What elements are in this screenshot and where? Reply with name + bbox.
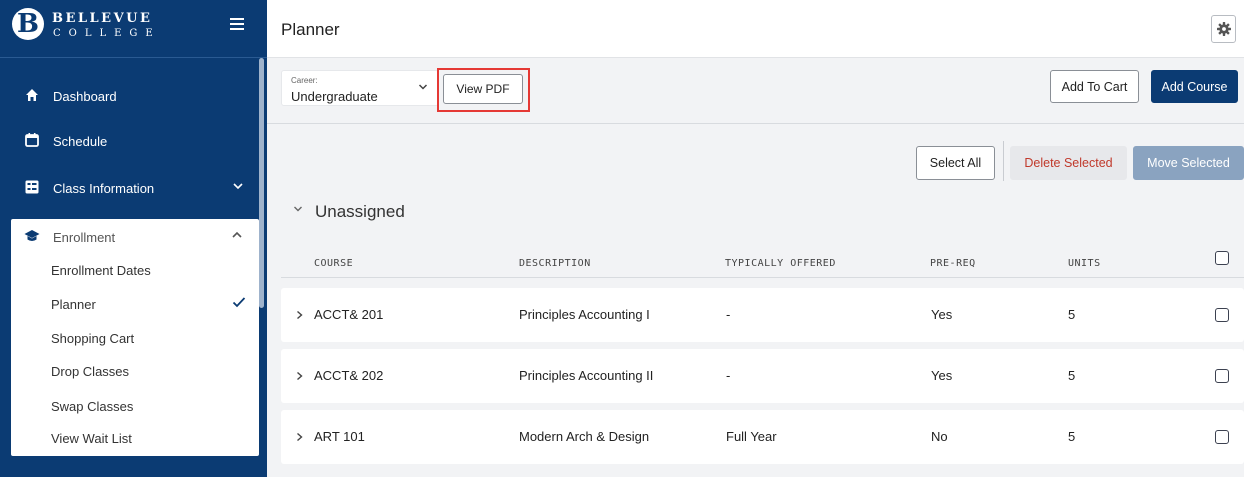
row-checkbox[interactable] — [1215, 369, 1229, 383]
cell-description: Principles Accounting I — [519, 307, 650, 322]
cell-course: ACCT& 201 — [314, 307, 384, 322]
gear-icon — [1217, 22, 1231, 36]
sidebar-item-enrollment[interactable]: Enrollment — [11, 219, 259, 253]
page-header: Planner — [267, 0, 1244, 58]
career-caption: Career: — [291, 76, 318, 85]
table-header-divider — [281, 277, 1244, 278]
cell-units: 5 — [1068, 307, 1076, 322]
cell-course: ART 101 — [314, 429, 365, 444]
column-header-course: COURSE — [314, 258, 354, 269]
chevron-down-icon — [418, 84, 428, 90]
cell-units: 5 — [1068, 429, 1076, 444]
select-all-button[interactable]: Select All — [916, 146, 995, 180]
cell-offered: - — [726, 368, 731, 383]
logo-mark: B — [12, 8, 44, 40]
checkmark-icon — [232, 297, 246, 308]
table-row[interactable]: ACCT& 202 Principles Accounting II - Yes… — [281, 349, 1244, 403]
row-checkbox[interactable] — [1215, 430, 1229, 444]
chevron-down-icon — [294, 206, 302, 212]
sidebar-item-schedule[interactable]: Schedule — [0, 121, 258, 161]
table-row[interactable]: ART 101 Modern Arch & Design Full Year N… — [281, 410, 1244, 464]
cell-prereq: No — [931, 429, 948, 444]
sidebar-item-dashboard[interactable]: Dashboard — [0, 76, 258, 116]
sidebar-subitem-enrollment-dates[interactable]: Enrollment Dates — [51, 263, 151, 278]
cell-units: 5 — [1068, 368, 1076, 383]
cell-offered: - — [726, 307, 731, 322]
column-header-pre-req: PRE-REQ — [930, 258, 976, 269]
career-select[interactable]: Career: Undergraduate — [281, 70, 439, 106]
sidebar-item-label: Enrollment — [53, 230, 116, 245]
home-icon — [26, 89, 38, 101]
career-value: Undergraduate — [291, 89, 378, 104]
graduation-cap-icon — [24, 230, 40, 241]
move-selected-button[interactable]: Move Selected — [1133, 146, 1244, 180]
column-header-units: UNITS — [1068, 258, 1101, 269]
column-header-typically-offered: TYPICALLY OFFERED — [725, 258, 836, 269]
chevron-down-icon — [233, 183, 243, 190]
sidebar-item-class-information[interactable]: Class Information — [0, 168, 258, 208]
brand-logo[interactable]: B BELLEVUE COLLEGE — [0, 0, 267, 58]
cell-description: Principles Accounting II — [519, 368, 654, 383]
list-icon — [25, 180, 39, 194]
planner-toolbar: Career: Undergraduate View PDF Add To Ca… — [267, 59, 1244, 124]
sidebar-item-label: Schedule — [53, 134, 108, 149]
chevron-right-icon[interactable] — [295, 371, 304, 381]
page-title: Planner — [281, 20, 340, 39]
chevron-right-icon[interactable] — [295, 310, 304, 320]
toolbar-divider — [1003, 141, 1004, 181]
row-checkbox[interactable] — [1215, 308, 1229, 322]
main-content: Planner Career: Undergraduate View PDF A… — [267, 0, 1244, 477]
cell-course: ACCT& 202 — [314, 368, 384, 383]
view-pdf-button[interactable]: View PDF — [443, 74, 523, 104]
sidebar-item-label: Dashboard — [53, 89, 117, 104]
sidebar-subitem-planner[interactable]: Planner — [51, 297, 96, 312]
logo-text-bottom: COLLEGE — [53, 28, 161, 39]
sidebar-subitem-swap-classes[interactable]: Swap Classes — [51, 399, 133, 414]
select-all-checkbox[interactable] — [1215, 251, 1229, 265]
cell-prereq: Yes — [931, 368, 953, 383]
add-to-cart-button[interactable]: Add To Cart — [1050, 70, 1139, 103]
cell-description: Modern Arch & Design — [519, 429, 650, 444]
chevron-up-icon — [232, 231, 242, 238]
add-course-button[interactable]: Add Course — [1151, 70, 1238, 103]
section-title: Unassigned — [315, 202, 405, 221]
hamburger-menu-icon[interactable] — [230, 18, 246, 32]
cell-prereq: Yes — [931, 307, 953, 322]
sidebar-subitem-shopping-cart[interactable]: Shopping Cart — [51, 331, 134, 346]
delete-selected-button[interactable]: Delete Selected — [1010, 146, 1127, 180]
logo-text-top: BELLEVUE — [52, 11, 153, 26]
chevron-right-icon[interactable] — [295, 432, 304, 442]
sidebar: B BELLEVUE COLLEGE Dashboard Schedule Cl… — [0, 0, 267, 477]
sidebar-item-label: Class Information — [53, 181, 155, 196]
sidebar-scrollbar[interactable] — [259, 58, 264, 308]
column-header-description: DESCRIPTION — [519, 258, 591, 269]
settings-button[interactable] — [1211, 15, 1236, 43]
sidebar-subitem-view-wait-list[interactable]: View Wait List — [51, 431, 132, 446]
calendar-icon — [25, 133, 39, 147]
sidebar-subitem-drop-classes[interactable]: Drop Classes — [51, 364, 129, 379]
enrollment-submenu: Enrollment Enrollment Dates Planner Shop… — [11, 219, 259, 456]
table-row[interactable]: ACCT& 201 Principles Accounting I - Yes … — [281, 288, 1244, 342]
cell-offered: Full Year — [726, 429, 777, 444]
